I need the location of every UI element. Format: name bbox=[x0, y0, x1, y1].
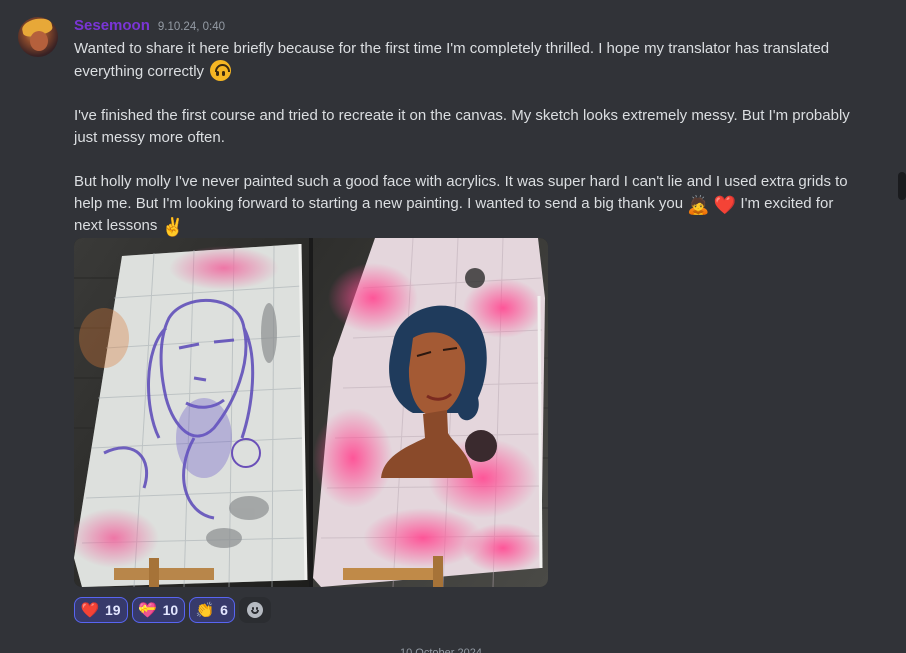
reaction-count: 10 bbox=[162, 602, 179, 618]
message-paragraph-2: I've finished the first course and tried… bbox=[74, 105, 854, 149]
heart-reaction-icon: ❤️ bbox=[80, 601, 100, 619]
scrollbar-thumb[interactable] bbox=[898, 172, 906, 200]
chat-message: Sesemoon 9.10.24, 0:40 Wanted to share i… bbox=[0, 0, 906, 653]
heart-emoji-icon[interactable]: ❤️ bbox=[714, 196, 736, 214]
user-avatar[interactable] bbox=[18, 17, 58, 57]
paragraph-1-text: Wanted to share it here briefly because … bbox=[74, 40, 830, 80]
add-reaction-button[interactable] bbox=[238, 597, 271, 623]
username[interactable]: Sesemoon bbox=[74, 17, 150, 34]
clapping-hands-reaction-icon: 👏 bbox=[195, 601, 215, 619]
reaction-heart-fire[interactable]: 💝 10 bbox=[131, 597, 186, 623]
smiley-icon bbox=[246, 602, 263, 618]
reactions-bar: ❤️ 19 💝 10 👏 6 bbox=[74, 597, 271, 623]
reaction-count: 19 bbox=[105, 602, 121, 618]
upside-down-face-emoji-icon[interactable] bbox=[210, 60, 232, 81]
message-paragraph-3: But holly molly I've never painted such … bbox=[74, 171, 854, 237]
message-timestamp[interactable]: 9.10.24, 0:40 bbox=[158, 21, 225, 33]
message-content: Wanted to share it here briefly because … bbox=[74, 38, 854, 237]
heart-fire-reaction-icon: 💝 bbox=[138, 601, 157, 619]
victory-hand-emoji-icon[interactable]: ✌️ bbox=[162, 218, 184, 236]
reaction-heart[interactable]: ❤️ 19 bbox=[74, 597, 128, 623]
attachment-image-sketch[interactable] bbox=[74, 238, 309, 587]
message-paragraph-1: Wanted to share it here briefly because … bbox=[74, 38, 854, 83]
paragraph-2-text: I've finished the first course and tried… bbox=[74, 107, 850, 146]
date-divider: 10 October 2024 bbox=[400, 647, 482, 653]
message-header: Sesemoon 9.10.24, 0:40 bbox=[74, 17, 225, 37]
image-attachments bbox=[74, 238, 548, 587]
reaction-count: 6 bbox=[220, 602, 228, 618]
person-bowing-emoji-icon[interactable]: 🙇 bbox=[687, 196, 709, 214]
attachment-image-painting[interactable] bbox=[313, 238, 548, 587]
reaction-clap[interactable]: 👏 6 bbox=[189, 597, 235, 623]
